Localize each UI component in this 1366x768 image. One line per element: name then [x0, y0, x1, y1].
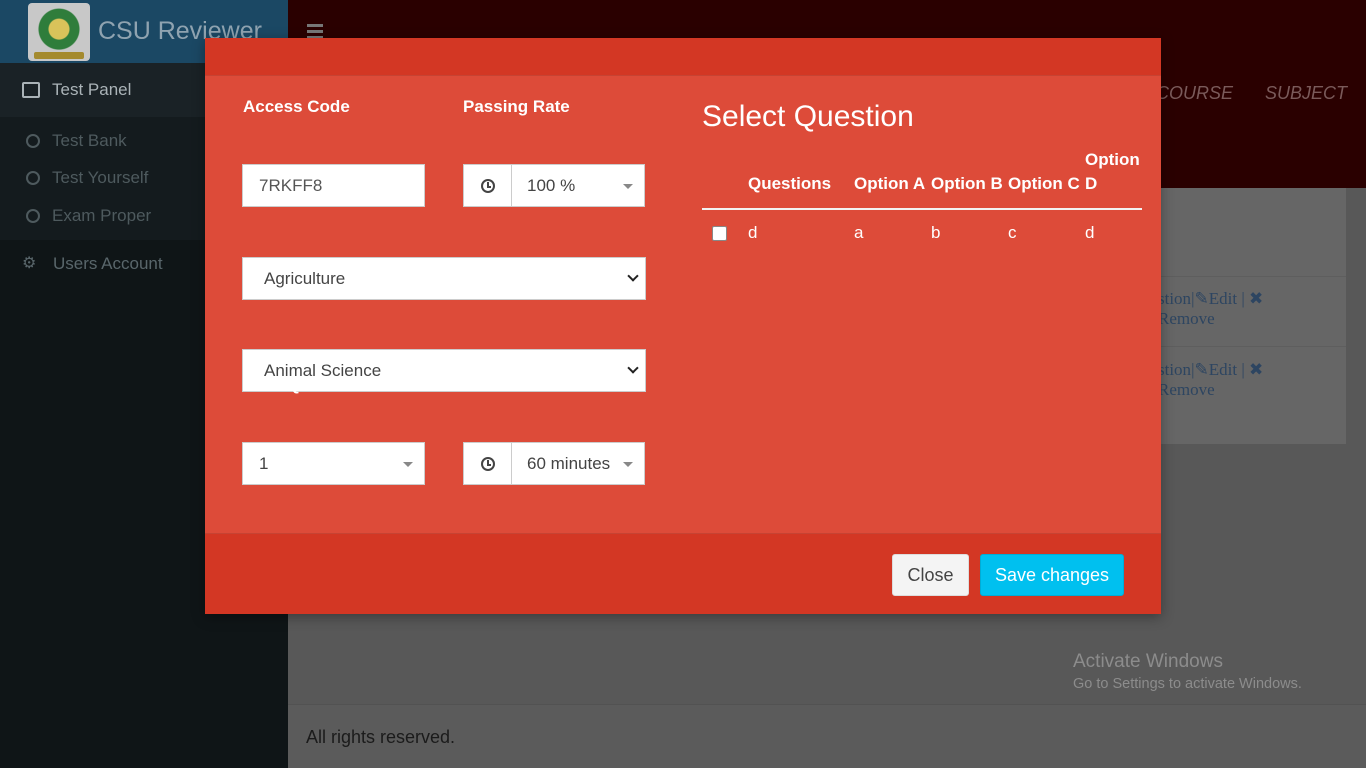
copy-icon: [22, 82, 40, 98]
modal-body: Access Code 7RKFF8 Passing Rate 100 % PR…: [205, 76, 1161, 551]
cell-option-d: d: [1085, 223, 1095, 242]
cell-option-b: b: [931, 223, 941, 242]
nav-link-subject[interactable]: SUBJECT: [1265, 83, 1347, 104]
time-limit-value: 60 minutes: [527, 453, 611, 473]
clock-icon: [480, 456, 495, 471]
total-questions-label: Total Questions: [243, 375, 371, 394]
passing-rate-value: 100 %: [527, 175, 576, 195]
time-limit-group: 60 minutes: [463, 442, 645, 485]
cell-question: d: [748, 223, 758, 242]
column-header-option-b: Option B: [931, 148, 1008, 210]
watermark-title: Activate Windows: [1073, 651, 1223, 672]
question-table: Questions Option A Option B Option C Opt…: [702, 148, 1142, 245]
remove-link[interactable]: Remove: [1158, 309, 1215, 328]
gears-icon: ⚙: [22, 254, 37, 272]
table-header-row: Questions Option A Option B Option C Opt…: [702, 148, 1142, 210]
table-row: stion|✎Edit | ✖ Remove: [1158, 346, 1346, 416]
remove-icon: ✖: [1248, 289, 1264, 308]
save-changes-button[interactable]: Save changes: [980, 554, 1124, 596]
cell-option-a: a: [854, 223, 864, 242]
total-questions-select[interactable]: 1: [242, 442, 425, 485]
sidebar-item-label: Exam Proper: [52, 205, 152, 225]
windows-activation-watermark: Activate Windows Go to Settings to activ…: [1073, 651, 1302, 692]
cell-option-c: c: [1008, 223, 1017, 242]
column-header-option-a: Option A: [854, 148, 931, 210]
footer-text: All rights reserved.: [306, 727, 456, 747]
sidebar-item-label: Users Account: [53, 253, 163, 273]
passing-rate-label: Passing Rate: [463, 97, 570, 116]
program-label: PROGRAM/COURSE: [243, 190, 410, 209]
select-question-title: Select Question: [702, 100, 914, 133]
caret-down-icon: [403, 462, 413, 467]
circle-icon: [26, 171, 40, 186]
clock-addon: [464, 443, 512, 484]
column-header-option-d: Option D: [1085, 148, 1142, 210]
question-link-partial[interactable]: stion: [1158, 360, 1191, 379]
circle-icon: [26, 208, 40, 223]
clock-addon: [464, 165, 512, 206]
page-footer: All rights reserved.: [288, 704, 1366, 768]
close-button[interactable]: Close: [892, 554, 969, 596]
edit-link[interactable]: Edit: [1209, 289, 1237, 308]
caret-down-icon: [623, 462, 633, 467]
time-limit-label: Time Limit: [464, 375, 549, 394]
question-checkbox[interactable]: [712, 225, 727, 241]
column-header-questions: Questions: [748, 148, 854, 210]
chevron-down-icon: [627, 270, 639, 282]
table-row: d a b c d: [702, 209, 1142, 245]
clock-icon: [480, 178, 495, 193]
circle-icon: [26, 133, 40, 148]
edit-icon: ✎: [1194, 289, 1209, 308]
modal-header: [205, 38, 1161, 76]
remove-icon: ✖: [1248, 360, 1264, 379]
nav-link-course[interactable]: COURSE: [1156, 83, 1233, 104]
access-code-label: Access Code: [243, 97, 350, 116]
column-header-option-c: Option C: [1008, 148, 1085, 210]
time-limit-select[interactable]: 60 minutes: [512, 443, 644, 484]
table-row: stion|✎Edit | ✖ Remove: [1158, 276, 1346, 346]
chevron-down-icon: [627, 362, 639, 374]
question-link-partial[interactable]: stion: [1158, 289, 1191, 308]
subject-label: SUBJECT: [243, 283, 323, 302]
caret-down-icon: [623, 184, 633, 189]
edit-icon: ✎: [1194, 360, 1209, 379]
sidebar-item-label: Test Yourself: [52, 168, 149, 188]
university-logo: [28, 2, 90, 61]
passing-rate-group: 100 %: [463, 164, 645, 207]
passing-rate-select[interactable]: 100 %: [512, 165, 644, 206]
select-column-header: [702, 148, 748, 210]
create-exam-modal: Access Code 7RKFF8 Passing Rate 100 % PR…: [205, 38, 1161, 614]
modal-footer: Close Save changes: [205, 533, 1161, 614]
remove-link[interactable]: Remove: [1158, 380, 1215, 399]
watermark-subtitle: Go to Settings to activate Windows.: [1073, 676, 1302, 692]
edit-link[interactable]: Edit: [1209, 360, 1237, 379]
sidebar-item-label: Test Bank: [52, 130, 127, 150]
sidebar-item-label: Test Panel: [52, 80, 132, 99]
total-questions-value: 1: [259, 453, 269, 473]
